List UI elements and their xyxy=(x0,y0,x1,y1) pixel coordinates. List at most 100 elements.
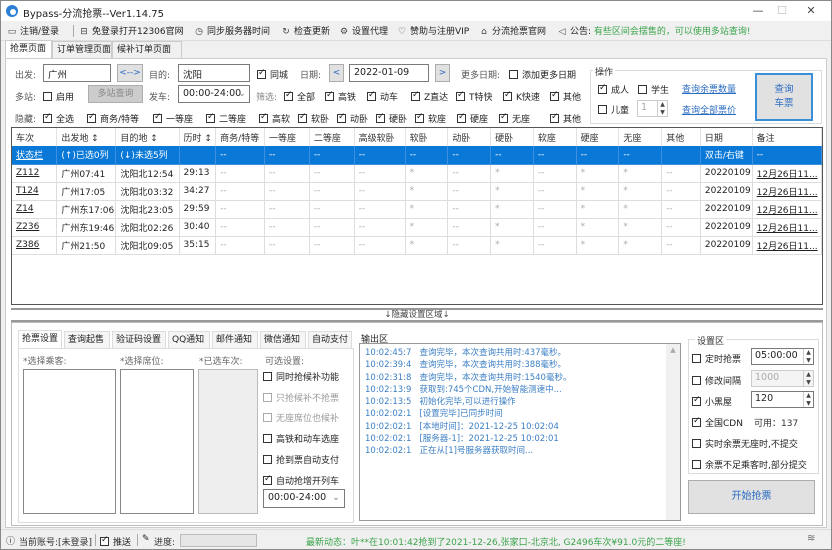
hide-soft-sleeper-checkbox[interactable]: 软卧 xyxy=(298,112,329,125)
status-row[interactable]: 状态栏 (↑)已选0列 (↓)未选5列 -- -- -- -- -- -- -- -- -- -- 双击/… xyxy=(12,146,823,165)
column-header[interactable]: 软卧 xyxy=(405,128,449,146)
child-count-stepper[interactable]: 1 ▲ ▼ xyxy=(637,100,668,117)
query-remaining-link[interactable]: 查询余票数量 xyxy=(682,82,736,95)
depart-time-select[interactable]: 00:00-24:00 ⌄ xyxy=(178,85,250,103)
spin-arrows-icon[interactable]: ▲ ▼ xyxy=(657,101,667,116)
start-grab-button[interactable]: 开始抢票 xyxy=(688,480,815,514)
column-header[interactable]: 目的地 ↕ xyxy=(115,128,180,146)
child-checkbox[interactable]: 儿童 xyxy=(598,103,629,116)
adult-checkbox[interactable]: 成人 xyxy=(598,83,629,96)
tab-waitlist-orders[interactable]: 候补订单页面 xyxy=(112,41,182,58)
blackroom-input[interactable]: 120 ▲ ▼ xyxy=(751,391,814,408)
check-update-menu[interactable]: ↻ 检查更新 xyxy=(281,24,330,37)
column-header[interactable]: 无座 xyxy=(618,128,663,146)
hide-emu-sleeper-checkbox[interactable]: 动卧 xyxy=(337,112,368,125)
tab-grab-settings[interactable]: 抢票设置 xyxy=(18,330,62,348)
table-row[interactable]: Z386 广州21:50 沈阳北09:05 35:15 -- -- -- -- * -- * -- * *… xyxy=(12,236,823,255)
column-header[interactable]: 出发地 ↕ xyxy=(56,128,117,146)
filter-dongche-checkbox[interactable]: 动车 xyxy=(367,90,398,103)
selected-train-list[interactable] xyxy=(198,369,258,514)
option-waitlist-too-checkbox[interactable]: 同时抢候补功能 xyxy=(263,370,339,383)
seat-list[interactable] xyxy=(120,369,194,514)
push-checkbox[interactable]: 推送 xyxy=(100,535,131,548)
timed-grab-checkbox[interactable]: 定时抢票 xyxy=(692,352,741,365)
hide-settings-toggle[interactable]: ↓隐藏设置区域↓ xyxy=(11,308,823,322)
train-number-link[interactable]: Z112 xyxy=(12,164,58,183)
spin-arrows-icon[interactable]: ▲ ▼ xyxy=(803,371,813,386)
hide-hard-seat-checkbox[interactable]: 硬座 xyxy=(457,112,488,125)
from-station-input[interactable]: 广州 xyxy=(43,64,111,82)
passenger-list[interactable] xyxy=(23,369,116,514)
tab-captcha-settings[interactable]: 验证码设置 xyxy=(112,331,166,348)
column-header[interactable]: 历时 ↕ xyxy=(179,128,217,146)
maximize-button[interactable]: ☐ xyxy=(767,3,797,19)
same-city-checkbox[interactable]: 同城 xyxy=(257,68,288,81)
option-select-seat-checkbox[interactable]: 高铁和动车选座 xyxy=(263,432,339,445)
hide-premium-soft-checkbox[interactable]: 高软 xyxy=(259,112,290,125)
option-waitlist-only-checkbox[interactable]: 只抢候补不抢票 xyxy=(263,391,339,404)
filter-t-checkbox[interactable]: T特快 xyxy=(456,90,493,103)
column-header[interactable]: 备注 xyxy=(752,128,823,146)
student-checkbox[interactable]: 学生 xyxy=(638,83,669,96)
date-next-button[interactable]: > xyxy=(435,64,450,82)
output-scrollbar[interactable]: ▲ xyxy=(666,344,680,520)
train-number-link[interactable]: Z14 xyxy=(12,200,58,219)
hide-soft-seat-checkbox[interactable]: 软座 xyxy=(415,112,446,125)
filter-all-checkbox[interactable]: 全部 xyxy=(284,90,315,103)
spin-arrows-icon[interactable]: ▲ ▼ xyxy=(803,392,813,407)
remark-link[interactable]: 12月26日11... xyxy=(752,164,823,183)
multi-station-query-button[interactable]: 多站查询 xyxy=(88,85,143,103)
train-number-link[interactable]: Z386 xyxy=(12,236,58,255)
modify-interval-checkbox[interactable]: 修改间隔 xyxy=(692,374,741,387)
table-row[interactable]: Z236 广州东19:46 沈阳北02:26 30:40 -- -- -- -- * -- * -- *… xyxy=(12,218,823,237)
sponsor-vip-menu[interactable]: ♡ 赞助与注册VIP xyxy=(397,24,469,37)
hide-first-class-checkbox[interactable]: 一等座 xyxy=(153,112,193,125)
table-row[interactable]: Z112 广州07:41 沈阳北12:54 29:13 -- -- -- -- * -- * -- * *… xyxy=(12,164,823,183)
no-seat-no-submit-checkbox[interactable]: 实时余票无座时,不提交 xyxy=(692,437,798,450)
filter-z-checkbox[interactable]: Z直达 xyxy=(411,90,448,103)
proxy-settings-menu[interactable]: ⚙ 设置代理 xyxy=(339,24,388,37)
hide-no-seat-checkbox[interactable]: 无座 xyxy=(499,112,530,125)
column-header[interactable]: 一等座 xyxy=(264,128,310,146)
option-auto-pay-checkbox[interactable]: 抢到票自动支付 xyxy=(263,453,339,466)
tab-auto-pay[interactable]: 自动支付 xyxy=(308,331,352,348)
multi-station-enable-checkbox[interactable]: 启用 xyxy=(43,90,74,103)
extra-trains-time-select[interactable]: 00:00-24:00 ⌄ xyxy=(263,489,345,508)
close-button[interactable]: ✕ xyxy=(796,3,826,19)
scroll-up-icon[interactable]: ▲ xyxy=(666,346,680,354)
column-header[interactable]: 商务/特等 xyxy=(215,128,266,146)
tab-grab-tickets[interactable]: 抢票页面 xyxy=(5,40,52,58)
query-prices-link[interactable]: 查询全部票价 xyxy=(682,103,736,116)
filter-k-checkbox[interactable]: K快速 xyxy=(503,90,540,103)
remark-link[interactable]: 12月26日11... xyxy=(752,236,823,255)
partial-submit-checkbox[interactable]: 余票不足乘客时,部分提交 xyxy=(692,458,807,471)
query-tickets-button[interactable]: 查询 车票 xyxy=(755,73,813,121)
column-header[interactable]: 硬卧 xyxy=(490,128,534,146)
date-input[interactable]: 2022-01-09 xyxy=(349,64,429,82)
filter-gaotie-checkbox[interactable]: 高铁 xyxy=(325,90,356,103)
column-header[interactable]: 日期 xyxy=(700,128,753,146)
column-header[interactable]: 硬座 xyxy=(576,128,620,146)
blackroom-checkbox[interactable]: 小黑屋 xyxy=(692,395,732,408)
tab-order-management[interactable]: 订单管理页面 xyxy=(52,41,112,58)
table-row[interactable]: T124 广州17:05 沈阳北03:32 34:27 -- -- -- -- * -- * -- * *… xyxy=(12,182,823,201)
tab-sale-query[interactable]: 查询起售 xyxy=(64,331,110,348)
remark-link[interactable]: 12月26日11... xyxy=(752,218,823,237)
to-station-input[interactable]: 沈阳 xyxy=(178,64,250,82)
option-extra-trains-checkbox[interactable]: 自动抢增开列车 xyxy=(263,474,339,487)
column-header[interactable]: 二等座 xyxy=(309,128,355,146)
column-header[interactable]: 车次 xyxy=(12,128,58,146)
add-more-dates-checkbox[interactable]: 添加更多日期 xyxy=(509,68,576,81)
remark-link[interactable]: 12月26日11... xyxy=(752,182,823,201)
date-prev-button[interactable]: < xyxy=(329,64,344,82)
open-12306-menu[interactable]: ⊟ 免登录打开12306官网 xyxy=(79,24,183,37)
table-row[interactable]: Z14 广州东17:06 沈阳北23:05 29:59 -- -- -- -- * -- * -- * *… xyxy=(12,200,823,219)
hide-business-checkbox[interactable]: 商务/特等 xyxy=(87,112,139,125)
remark-link[interactable]: 12月26日11... xyxy=(752,200,823,219)
column-header[interactable]: 动卧 xyxy=(447,128,492,146)
hide-hard-sleeper-checkbox[interactable]: 硬卧 xyxy=(376,112,407,125)
tab-email-notify[interactable]: 邮件通知 xyxy=(212,331,258,348)
tab-qq-notify[interactable]: QQ通知 xyxy=(168,331,210,348)
tab-wechat-notify[interactable]: 微信通知 xyxy=(260,331,306,348)
sync-time-menu[interactable]: ◷ 同步服务器时间 xyxy=(194,24,270,37)
